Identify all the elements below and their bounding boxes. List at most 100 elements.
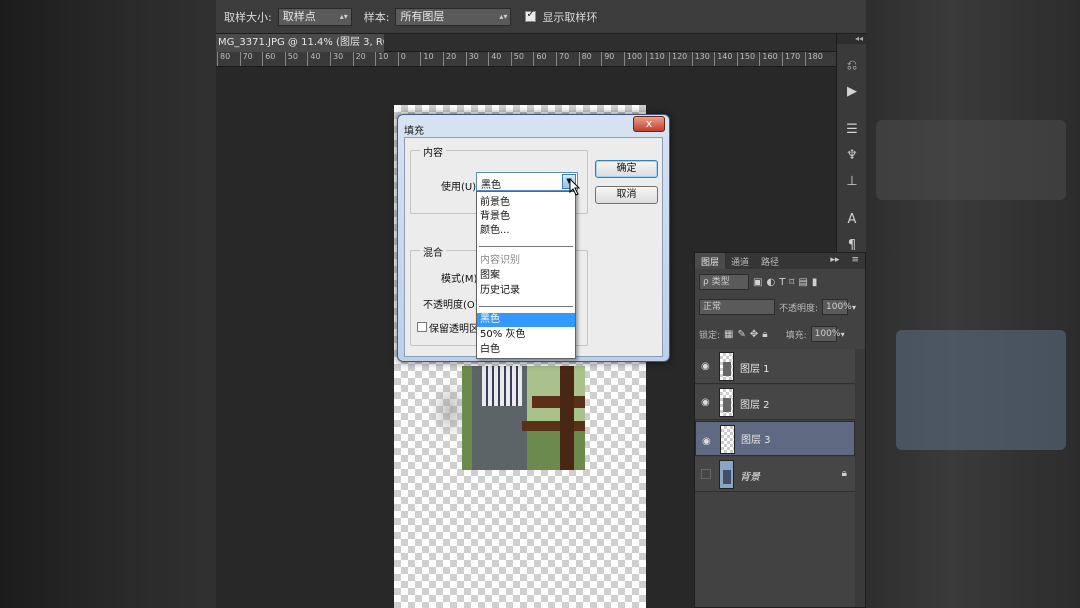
sample-size-select[interactable]: 取样点 ▴▾ (277, 7, 352, 26)
tab-paths[interactable]: 路径 (755, 253, 785, 269)
dialog-title: 填充 (404, 126, 424, 137)
ruler-tick-label: 110 (646, 52, 665, 66)
clone-source-icon[interactable]: ⊥ (844, 174, 860, 190)
lock-move-icon[interactable]: ✥ (750, 329, 758, 340)
blend-row: 正常 不透明度: 100% ▾ (695, 299, 865, 315)
ruler-tick-label: 20 (443, 52, 456, 66)
ruler-tick-label: 100 (623, 52, 642, 66)
sample-label: 样本: (363, 10, 390, 24)
opacity-label: 不透明度(O): (423, 300, 483, 311)
blend-mode-value: 正常 (703, 302, 722, 312)
option-white[interactable]: 白色 (477, 343, 575, 357)
option-color[interactable]: 颜色... (477, 224, 575, 238)
document-tab[interactable]: MG_3371.JPG @ 11.4% (图层 3, RGB/8) *× (216, 34, 384, 52)
layer-thumbnail (719, 460, 734, 489)
document-tab-bar: MG_3371.JPG @ 11.4% (图层 3, RGB/8) *× (216, 34, 836, 52)
layer-row-selected[interactable]: ◉ 图层 3 (695, 421, 855, 456)
ruler-tick-label: 30 (465, 52, 479, 66)
lock-all-icon[interactable]: 🔒︎ (762, 329, 767, 340)
preserve-transparency-checkbox[interactable] (417, 322, 427, 332)
layer-thumbnail (719, 352, 734, 381)
option-foreground[interactable]: 前景色 (477, 196, 575, 210)
opacity-input[interactable]: 100% (822, 299, 852, 315)
filter-kind-select[interactable]: ρ 类型 (699, 274, 749, 290)
filter-toggle-icon[interactable]: ▮ (812, 277, 818, 288)
ruler-tick-label: 140 (714, 52, 732, 66)
layers-scrollbar[interactable] (855, 349, 865, 607)
filter-adjust-icon[interactable]: ◐ (766, 277, 775, 288)
cancel-button[interactable]: 取消 (595, 186, 658, 204)
blend-group-label: 混合 (420, 244, 446, 259)
chevron-down-icon: ▴▾ (499, 11, 508, 21)
preserve-transparency-label: 保留透明区域 (429, 324, 477, 335)
collapse-icon[interactable]: ◂◂ (837, 34, 867, 44)
visibility-toggle[interactable] (701, 469, 711, 479)
option-pattern[interactable]: 图案 (477, 269, 575, 283)
ruler-tick-label: 50 (284, 52, 298, 66)
layer-thumbnail (720, 425, 735, 454)
layer-name[interactable]: 图层 1 (740, 360, 770, 375)
layer-name[interactable]: 图层 2 (740, 396, 770, 411)
lock-label: 锁定: (699, 330, 721, 341)
mode-label: 模式(M): (441, 274, 481, 285)
sample-size-value: 取样点 (282, 9, 316, 23)
ruler-tick-label: 0 (397, 52, 406, 66)
use-select[interactable]: 黑色 ▼ (476, 172, 578, 191)
lock-transparent-icon[interactable]: ▦ (724, 329, 733, 340)
mouse-cursor-icon (569, 178, 581, 196)
chevron-down-icon[interactable]: ▾ (841, 330, 845, 339)
ruler-tick-label: 70 (239, 52, 253, 66)
layer-row[interactable]: ◉ 图层 2 (695, 385, 855, 420)
ruler-tick-label: 180 (804, 52, 823, 66)
filter-type-icon[interactable]: T (779, 277, 785, 288)
eye-icon[interactable]: ◉ (701, 397, 710, 408)
show-ring-checkbox[interactable] (525, 9, 537, 22)
tab-channels[interactable]: 通道 (725, 253, 755, 269)
brush-presets-icon[interactable]: ♆ (844, 148, 860, 164)
history-icon[interactable]: ⎌ (844, 58, 860, 74)
fill-label: 填充: (785, 330, 807, 341)
panel-tabs: 图层 通道 路径 ▸▸ ≡ (695, 253, 865, 269)
chevron-down-icon[interactable]: ▾ (852, 303, 856, 312)
option-content-aware: 内容识别 (480, 255, 520, 266)
tab-layers[interactable]: 图层 (695, 253, 726, 269)
option-background[interactable]: 背景色 (477, 210, 575, 224)
sample-select[interactable]: 所有图层 ▴▾ (395, 7, 512, 26)
layer-name[interactable]: 图层 3 (741, 433, 771, 449)
option-50-gray[interactable]: 50% 灰色 (477, 328, 575, 342)
panel-menu-icon[interactable]: ≡ (845, 253, 865, 269)
close-button[interactable]: x (633, 116, 665, 132)
filter-smart-icon[interactable]: ▤ (798, 277, 807, 288)
option-black[interactable]: 黑色 (477, 313, 575, 327)
ruler-tick-label: 10 (420, 52, 434, 66)
filter-pixel-icon[interactable]: ▣ (753, 277, 762, 288)
filter-shape-icon[interactable]: ⌑ (789, 277, 794, 288)
contents-group-label: 内容 (420, 144, 446, 159)
layer-image (462, 366, 585, 470)
document-tab-title: MG_3371.JPG @ 11.4% (图层 3, RGB/8) * (218, 37, 384, 48)
show-ring-label: 显示取样环 (542, 10, 598, 24)
ruler-tick-label: 50 (510, 52, 524, 66)
ok-button[interactable]: 确定 (595, 160, 658, 178)
layer-row-background[interactable]: 背景 🔒︎ (695, 457, 855, 492)
opacity-label: 不透明度: (779, 303, 819, 314)
panel-collapse-icon[interactable]: ▸▸ (824, 253, 845, 269)
layer-row[interactable]: ◉ 图层 1 (695, 349, 855, 384)
filter-row: ρ 类型 ▣ ◐ T ⌑ ▤ ▮ (695, 274, 865, 290)
option-history[interactable]: 历史记录 (477, 284, 575, 298)
character-icon[interactable]: A (844, 212, 860, 228)
use-label: 使用(U): (441, 182, 480, 193)
ruler-tick-label: 10 (375, 52, 388, 66)
lock-brush-icon[interactable]: ✎ (738, 329, 746, 340)
separator (479, 246, 573, 247)
eye-icon[interactable]: ◉ (701, 361, 710, 372)
eye-icon[interactable]: ◉ (702, 434, 711, 450)
layer-thumbnail (719, 388, 734, 417)
ruler-tick-label: 80 (578, 52, 592, 66)
layer-name[interactable]: 背景 (740, 468, 760, 483)
play-icon[interactable]: ▶ (844, 84, 860, 100)
blend-mode-select[interactable]: 正常 (699, 299, 775, 315)
ruler-tick-label: 90 (601, 52, 614, 66)
adjust-icon[interactable]: ☰ (844, 122, 860, 138)
fill-input[interactable]: 100% (810, 326, 840, 342)
